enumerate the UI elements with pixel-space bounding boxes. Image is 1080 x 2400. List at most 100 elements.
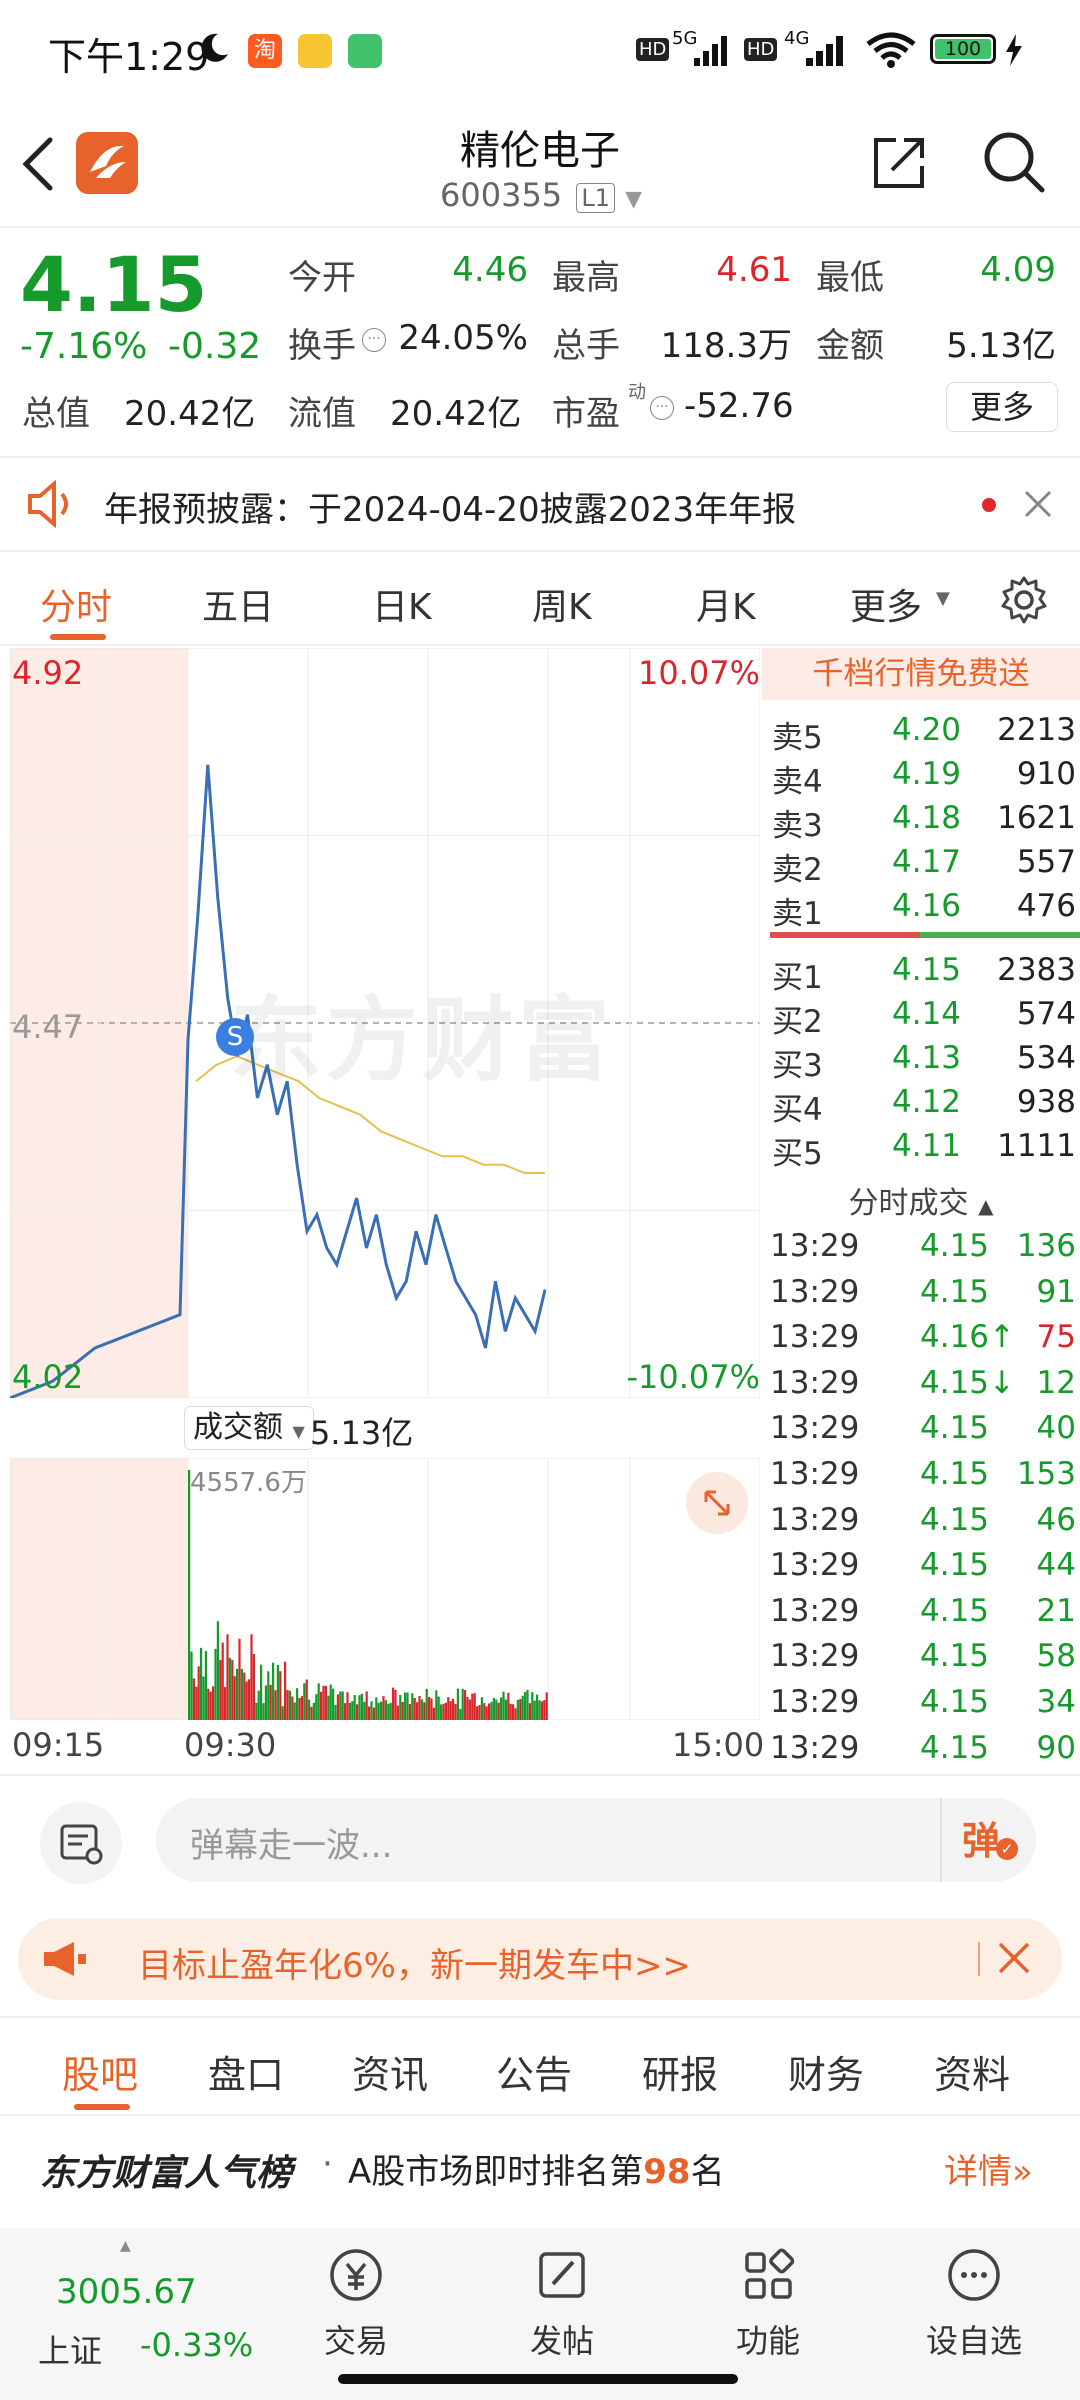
close-icon[interactable]	[1022, 488, 1054, 520]
nav-functions[interactable]: 功能	[698, 2244, 838, 2362]
open-value: 4.46	[452, 250, 528, 290]
intraday-chart[interactable]: 4.92 4.47 4.02 10.07% -10.07% 东方财富 S	[10, 648, 760, 1398]
orderbook-promo[interactable]: 千档行情免费送	[762, 648, 1080, 700]
more-button[interactable]: 更多	[946, 382, 1058, 432]
danmu-button[interactable]: 弹 ✓	[962, 1810, 1026, 1870]
volume-bar	[464, 1690, 467, 1720]
volume-bar	[209, 1691, 212, 1720]
expand-icon[interactable]	[686, 1472, 748, 1534]
popularity-rank-bar[interactable]: 东方财富人气榜 · A股市场即时排名第98名 详情»	[0, 2116, 1080, 2220]
volume-bar	[396, 1705, 399, 1720]
volume-bar	[365, 1691, 368, 1720]
home-indicator	[338, 2374, 738, 2384]
caret-up-icon: ▲	[978, 1194, 994, 1218]
volume-bar	[363, 1701, 366, 1720]
index-change: -0.33%	[140, 2326, 254, 2364]
volume-bar	[236, 1668, 239, 1720]
share-icon[interactable]	[868, 130, 932, 194]
info-icon[interactable]: ···	[362, 328, 386, 352]
trade-time: 13:29	[770, 1319, 860, 1356]
volume-bar	[380, 1701, 383, 1720]
danmu-settings-icon[interactable]	[40, 1802, 122, 1884]
notice-dot	[982, 498, 996, 512]
s-marker[interactable]: S	[216, 1018, 254, 1056]
trade-time: 13:29	[770, 1592, 860, 1629]
tab-daily-k[interactable]: 日K	[372, 578, 432, 630]
volume-bar	[509, 1703, 512, 1720]
volume-bar	[500, 1697, 503, 1720]
nav-trade[interactable]: 交易	[286, 2244, 426, 2362]
volume-bar	[324, 1685, 327, 1720]
search-icon[interactable]	[980, 128, 1048, 196]
volume-bar	[334, 1704, 337, 1720]
bid-volume: 2383	[997, 952, 1076, 988]
tab-announcements[interactable]: 公告	[496, 2044, 572, 2099]
tab-more[interactable]: 更多	[850, 578, 922, 630]
volume-bar	[219, 1660, 222, 1720]
rank-detail-link[interactable]: 详情»	[944, 2144, 1033, 2193]
open-label: 今开	[288, 258, 356, 298]
nav-post[interactable]: 发帖	[492, 2244, 632, 2362]
bid-volume: 1111	[997, 1128, 1076, 1164]
float-label: 流值	[288, 394, 356, 434]
notice-bar[interactable]: 年报预披露：于2024-04-20披露2023年年报	[0, 458, 1080, 550]
tab-monthly-k[interactable]: 月K	[696, 578, 756, 630]
pct-axis-top: 10.07%	[637, 654, 760, 692]
nav-watchlist[interactable]: 设自选	[904, 2244, 1044, 2362]
volume-bar	[360, 1693, 363, 1720]
danmu-input[interactable]: 弹幕走一波... 弹 ✓	[156, 1798, 1036, 1882]
tab-profile[interactable]: 资料	[934, 2044, 1010, 2099]
promo-divider	[978, 1942, 980, 1976]
volume-bar	[526, 1689, 529, 1720]
volume-bar	[454, 1703, 457, 1720]
bid-price: 4.15	[892, 952, 962, 988]
change-percent: -7.16%	[20, 326, 148, 367]
status-time: 下午1:29	[48, 35, 210, 79]
volume-bar	[507, 1692, 510, 1720]
tab-research[interactable]: 研报	[642, 2044, 718, 2099]
tab-orders[interactable]: 盘口	[208, 2044, 284, 2099]
danmu-placeholder: 弹幕走一波...	[190, 1826, 393, 1866]
app-notify-icon	[298, 34, 332, 68]
volume-bar	[461, 1688, 464, 1720]
orderbook: 千档行情免费送 卖5 4.20 2213 卖4 4.19 910 卖3 4.18 1621 卖2 4…	[762, 648, 1080, 1774]
tab-forum[interactable]: 股吧	[62, 2044, 138, 2099]
bid-volume: 938	[1016, 1084, 1076, 1120]
volume-bar	[200, 1647, 203, 1720]
volume-chart[interactable]: 4557.6万	[10, 1458, 760, 1720]
trade-time: 13:29	[770, 1547, 860, 1584]
promo-bar[interactable]: 目标止盈年化6%，新一期发车中>>	[18, 1918, 1062, 2000]
volume-bar	[485, 1706, 488, 1720]
bid-row: 买3 4.13 534	[762, 1036, 1080, 1084]
amount-value: 5.13亿	[946, 326, 1056, 366]
edit-icon	[531, 2244, 593, 2310]
volume-bar	[543, 1700, 546, 1720]
volume-bar	[389, 1702, 392, 1720]
volume-bar	[540, 1701, 543, 1720]
volume-bar	[344, 1703, 347, 1720]
trade-row: 13:29 4.15 58	[762, 1634, 1080, 1678]
tab-news[interactable]: 资讯	[352, 2044, 428, 2099]
tab-finance[interactable]: 财务	[788, 2044, 864, 2099]
trade-volume: 75	[1036, 1319, 1076, 1356]
bid-label: 买3	[772, 1048, 823, 1084]
trades-title-row[interactable]: 分时成交 ▲	[762, 1178, 1080, 1221]
volume-bar	[368, 1706, 371, 1720]
tab-intraday[interactable]: 分时	[40, 578, 112, 630]
volume-bar	[207, 1688, 210, 1720]
detail-tab-indicator	[74, 2104, 130, 2110]
stock-code-row[interactable]: 600355 L1 ▼	[440, 176, 642, 214]
volume-selector[interactable]: 成交额 ▼	[184, 1406, 314, 1450]
volume-bar	[514, 1708, 517, 1720]
gear-icon[interactable]	[998, 574, 1050, 626]
tab-five-day[interactable]: 五日	[202, 578, 274, 630]
signal-icon	[694, 34, 734, 66]
volume-bar	[279, 1671, 282, 1720]
tab-weekly-k[interactable]: 周K	[532, 578, 592, 630]
close-icon[interactable]	[996, 1940, 1032, 1976]
ask-volume: 557	[1016, 844, 1076, 880]
ask-price: 4.17	[892, 844, 962, 880]
y-axis-bottom: 4.02	[12, 1358, 84, 1396]
info-icon-pe[interactable]: ···	[650, 396, 674, 420]
volume-bar	[248, 1679, 251, 1720]
